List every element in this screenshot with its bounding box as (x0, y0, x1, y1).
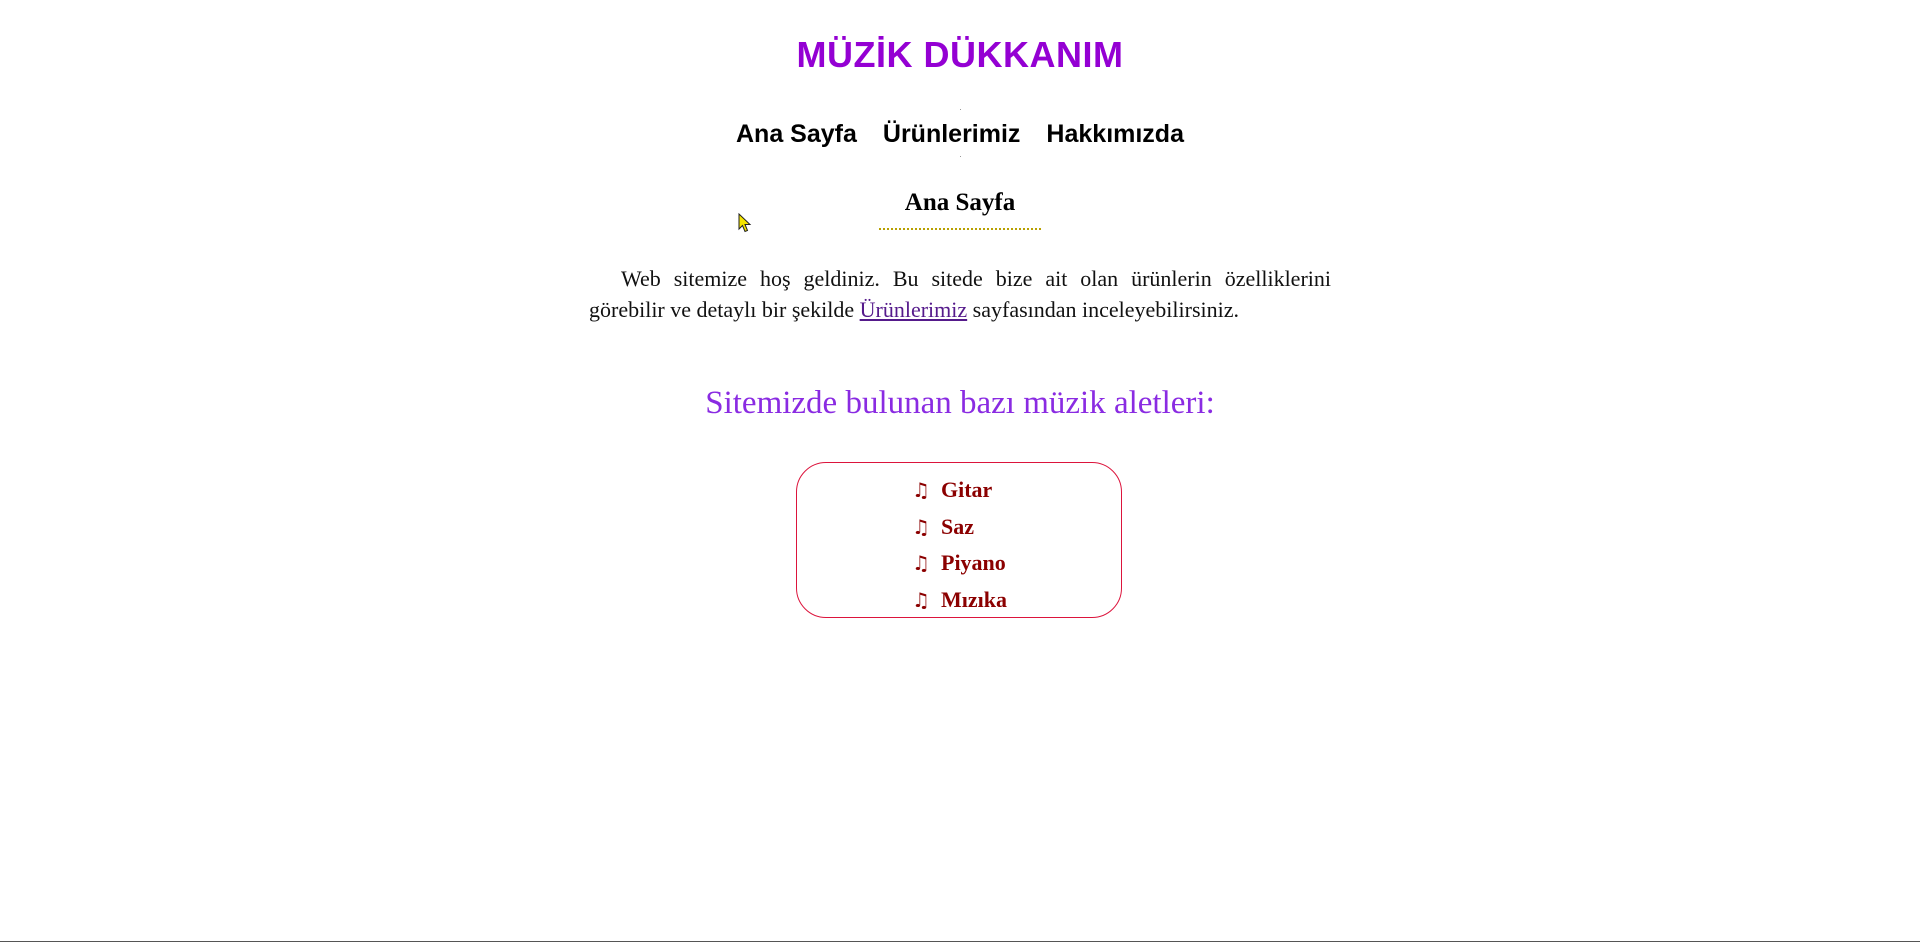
main-nav: Ana Sayfa Ürünlerimiz Hakkımızda (0, 117, 1920, 151)
intro-paragraph: Web sitemize hoş geldiniz. Bu sitede biz… (589, 263, 1331, 325)
mouse-cursor-icon (738, 213, 752, 233)
nav-separator-dot (960, 109, 961, 110)
urunlerimiz-link[interactable]: Ürünlerimiz (860, 297, 968, 322)
instrument-label: Piyano (941, 550, 1006, 576)
instrument-list: ♫ Gitar ♫ Saz ♫ Piyano ♫ Mızıka (912, 472, 1007, 618)
nav-separator-dot (960, 156, 961, 157)
instrument-label: Saz (941, 513, 974, 539)
list-item: ♫ Piyano (912, 545, 1007, 582)
music-note-icon: ♫ (912, 514, 930, 539)
intro-text-after: sayfasından inceleyebilirsiniz. (967, 297, 1240, 322)
site-title: MÜZİK DÜKKANIM (796, 34, 1124, 75)
instrument-list-box: ♫ Gitar ♫ Saz ♫ Piyano ♫ Mızıka (796, 462, 1122, 618)
instruments-heading: Sitemizde bulunan bazı müzik aletleri: (705, 385, 1215, 421)
list-item: ♫ Gitar (912, 472, 1007, 509)
music-note-icon: ♫ (912, 478, 930, 503)
section-title: Ana Sayfa (879, 188, 1041, 230)
nav-item-ana-sayfa[interactable]: Ana Sayfa (736, 117, 857, 151)
list-item: ♫ Mızıka (912, 582, 1007, 619)
music-note-icon: ♫ (912, 587, 930, 612)
nav-item-urunlerimiz[interactable]: Ürünlerimiz (883, 117, 1021, 151)
music-note-icon: ♫ (912, 551, 930, 576)
nav-item-hakkimizda[interactable]: Hakkımızda (1046, 117, 1184, 151)
list-item: ♫ Saz (912, 509, 1007, 546)
instrument-label: Gitar (941, 477, 993, 503)
instrument-label: Mızıka (941, 586, 1007, 612)
